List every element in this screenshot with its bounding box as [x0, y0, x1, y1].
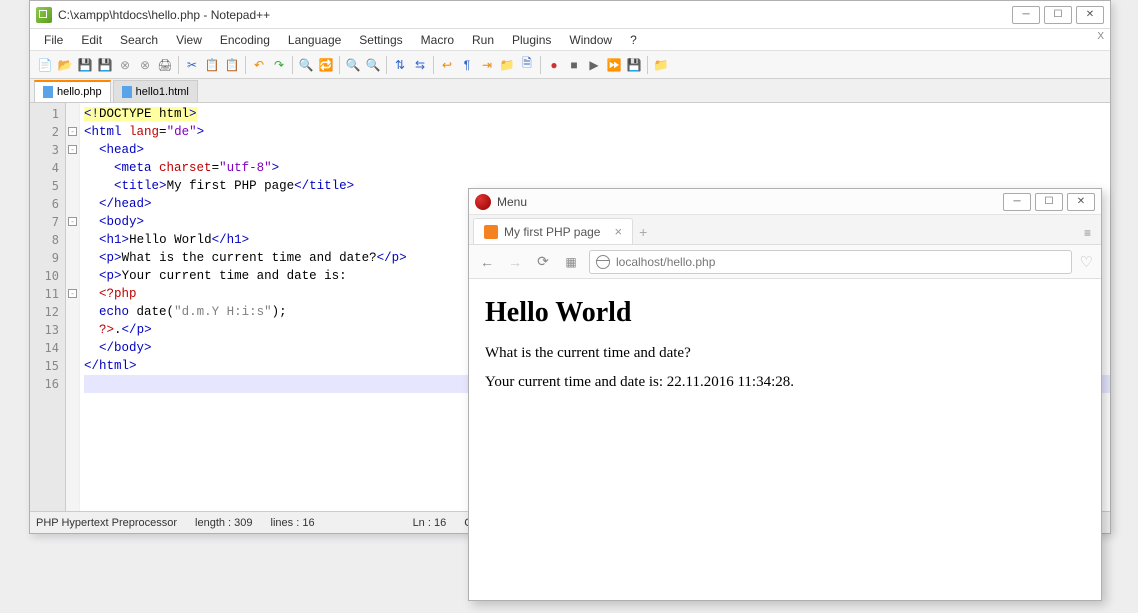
tab-hello-php[interactable]: hello.php	[34, 80, 111, 102]
browser-window: Menu ─ ☐ ✕ My first PHP page × + ≡ ← → ⟳…	[468, 188, 1102, 601]
save-macro-icon[interactable]: 💾	[625, 56, 643, 74]
new-tab-icon[interactable]: +	[633, 220, 653, 244]
replace-icon[interactable]: 🔁	[317, 56, 335, 74]
maximize-button[interactable]: ☐	[1044, 6, 1072, 24]
speed-dial-icon[interactable]: ▦	[561, 252, 581, 272]
fold-column[interactable]: ----	[66, 103, 80, 511]
browser-maximize-button[interactable]: ☐	[1035, 193, 1063, 211]
tab-close-icon[interactable]: ×	[614, 224, 622, 239]
tab-hello1-html[interactable]: hello1.html	[113, 80, 198, 102]
menu-file[interactable]: File	[36, 31, 71, 49]
page-para-1: What is the current time and date?	[485, 345, 1085, 362]
browser-tab-title: My first PHP page	[504, 225, 600, 239]
new-file-icon[interactable]: 📄	[36, 56, 54, 74]
tab-menu-icon[interactable]: ≡	[1078, 222, 1097, 244]
zoom-in-icon[interactable]: 🔍	[344, 56, 362, 74]
plugin-icon[interactable]: 📁	[652, 56, 670, 74]
open-file-icon[interactable]: 📂	[56, 56, 74, 74]
title-bar[interactable]: C:\xampp\htdocs\hello.php - Notepad++ ─ …	[30, 1, 1110, 29]
sync-v-icon[interactable]: ⇅	[391, 56, 409, 74]
close-button[interactable]: ✕	[1076, 6, 1104, 24]
menu-help[interactable]: ?	[622, 31, 645, 49]
menu-run[interactable]: Run	[464, 31, 502, 49]
cut-icon[interactable]: ✂	[183, 56, 201, 74]
reload-button[interactable]: ⟳	[533, 252, 553, 272]
xampp-favicon-icon	[484, 225, 498, 239]
notepadpp-icon	[36, 7, 52, 23]
menu-close-icon[interactable]: X	[1097, 31, 1104, 42]
window-title: C:\xampp\htdocs\hello.php - Notepad++	[58, 8, 1012, 22]
menu-view[interactable]: View	[168, 31, 210, 49]
globe-icon	[596, 255, 610, 269]
browser-menu-label[interactable]: Menu	[497, 195, 527, 209]
browser-title-bar[interactable]: Menu ─ ☐ ✕	[469, 189, 1101, 215]
browser-tabs: My first PHP page × + ≡	[469, 215, 1101, 245]
toolbar: 📄 📂 💾 💾 ⊗ ⊗ 🖨 ✂ 📋 📋 ↶ ↷ 🔍 🔁 🔍 🔍 ⇅ ⇆ ↩ ¶ …	[30, 51, 1110, 79]
record-macro-icon[interactable]: ●	[545, 56, 563, 74]
paste-icon[interactable]: 📋	[223, 56, 241, 74]
close-all-icon[interactable]: ⊗	[136, 56, 154, 74]
address-bar-row: ← → ⟳ ▦ localhost/hello.php ♡	[469, 245, 1101, 279]
status-lines: lines : 16	[271, 517, 315, 529]
menu-plugins[interactable]: Plugins	[504, 31, 559, 49]
menu-settings[interactable]: Settings	[351, 31, 410, 49]
opera-icon	[475, 194, 491, 210]
file-icon	[122, 86, 132, 98]
address-bar[interactable]: localhost/hello.php	[589, 250, 1072, 274]
page-content: Hello World What is the current time and…	[469, 279, 1101, 421]
menu-search[interactable]: Search	[112, 31, 166, 49]
print-icon[interactable]: 🖨	[156, 56, 174, 74]
wordwrap-icon[interactable]: ↩	[438, 56, 456, 74]
status-lang: PHP Hypertext Preprocessor	[36, 517, 177, 529]
menu-macro[interactable]: Macro	[413, 31, 462, 49]
sync-h-icon[interactable]: ⇆	[411, 56, 429, 74]
folder-icon[interactable]: 📁	[498, 56, 516, 74]
browser-close-button[interactable]: ✕	[1067, 193, 1095, 211]
undo-icon[interactable]: ↶	[250, 56, 268, 74]
redo-icon[interactable]: ↷	[270, 56, 288, 74]
browser-minimize-button[interactable]: ─	[1003, 193, 1031, 211]
play-multi-icon[interactable]: ⏩	[605, 56, 623, 74]
line-gutter: 12345678910111213141516	[30, 103, 66, 511]
minimize-button[interactable]: ─	[1012, 6, 1040, 24]
menu-language[interactable]: Language	[280, 31, 349, 49]
file-tabs: hello.php hello1.html	[30, 79, 1110, 103]
menu-window[interactable]: Window	[561, 31, 620, 49]
find-icon[interactable]: 🔍	[297, 56, 315, 74]
tab-label: hello1.html	[136, 86, 189, 98]
indent-icon[interactable]: ⇥	[478, 56, 496, 74]
page-para-2: Your current time and date is: 22.11.201…	[485, 374, 1085, 391]
page-heading: Hello World	[485, 297, 1085, 329]
url-text: localhost/hello.php	[616, 255, 715, 269]
back-button[interactable]: ←	[477, 252, 497, 272]
copy-icon[interactable]: 📋	[203, 56, 221, 74]
menu-encoding[interactable]: Encoding	[212, 31, 278, 49]
save-icon[interactable]: 💾	[76, 56, 94, 74]
docmap-icon[interactable]: 🗎	[518, 56, 536, 74]
play-macro-icon[interactable]: ▶	[585, 56, 603, 74]
stop-macro-icon[interactable]: ■	[565, 56, 583, 74]
status-ln: Ln : 16	[413, 517, 447, 529]
menu-edit[interactable]: Edit	[73, 31, 110, 49]
status-length: length : 309	[195, 517, 253, 529]
bookmark-icon[interactable]: ♡	[1080, 253, 1093, 271]
tab-label: hello.php	[57, 86, 102, 98]
file-icon	[43, 86, 53, 98]
menu-bar: File Edit Search View Encoding Language …	[30, 29, 1110, 51]
forward-button[interactable]: →	[505, 252, 525, 272]
browser-tab[interactable]: My first PHP page ×	[473, 218, 633, 244]
zoom-out-icon[interactable]: 🔍	[364, 56, 382, 74]
showall-icon[interactable]: ¶	[458, 56, 476, 74]
save-all-icon[interactable]: 💾	[96, 56, 114, 74]
close-file-icon[interactable]: ⊗	[116, 56, 134, 74]
